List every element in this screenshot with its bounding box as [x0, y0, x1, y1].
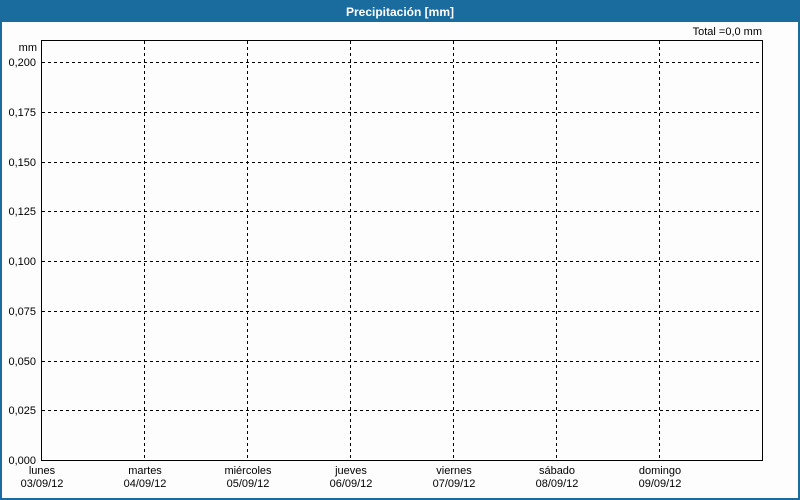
x-day-label: jueves 06/09/12 [299, 465, 403, 491]
day-name: miércoles [224, 465, 272, 477]
x-day-label: domingo 09/09/12 [608, 465, 712, 491]
total-precipitation-label: Total =0,0 mm [692, 26, 762, 38]
day-date: 09/09/12 [638, 478, 682, 490]
day-name: domingo [638, 465, 682, 477]
x-day-label: lunes 03/09/12 [2, 465, 94, 491]
day-date: 05/09/12 [226, 478, 270, 490]
y-axis-unit-label: mm [18, 42, 37, 54]
day-date: 08/09/12 [535, 478, 579, 490]
x-day-label: miércoles 05/09/12 [196, 465, 300, 491]
chart-title: Precipitación [mm] [2, 2, 798, 22]
y-tick-label: 0,200 [8, 57, 36, 69]
day-name: sábado [538, 465, 576, 477]
x-day-label: martes 04/09/12 [93, 465, 197, 491]
y-tick-label: 0,175 [8, 106, 36, 119]
day-name: viernes [436, 465, 472, 477]
precipitation-chart-window: Precipitación [mm] Total =0,0 mm mm 0,20… [0, 0, 800, 500]
y-tick-label: 0,100 [8, 256, 36, 268]
x-day-label: viernes 07/09/12 [402, 465, 506, 491]
day-date: 07/09/12 [432, 478, 476, 490]
day-date: 04/09/12 [123, 478, 167, 490]
y-tick-label: 0,050 [8, 355, 36, 368]
day-name: jueves [335, 465, 367, 477]
day-name: lunes [28, 465, 56, 477]
y-tick-label: 0,125 [8, 206, 36, 219]
plot-area [41, 40, 763, 461]
y-tick-label: 0,150 [8, 156, 36, 169]
day-date: 03/09/12 [20, 478, 64, 490]
y-tick-label: 0,025 [8, 405, 36, 418]
x-day-label: sábado 08/09/12 [505, 465, 609, 491]
y-tick-label: 0,075 [8, 305, 36, 318]
day-date: 06/09/12 [329, 478, 373, 490]
day-name: martes [128, 465, 162, 477]
